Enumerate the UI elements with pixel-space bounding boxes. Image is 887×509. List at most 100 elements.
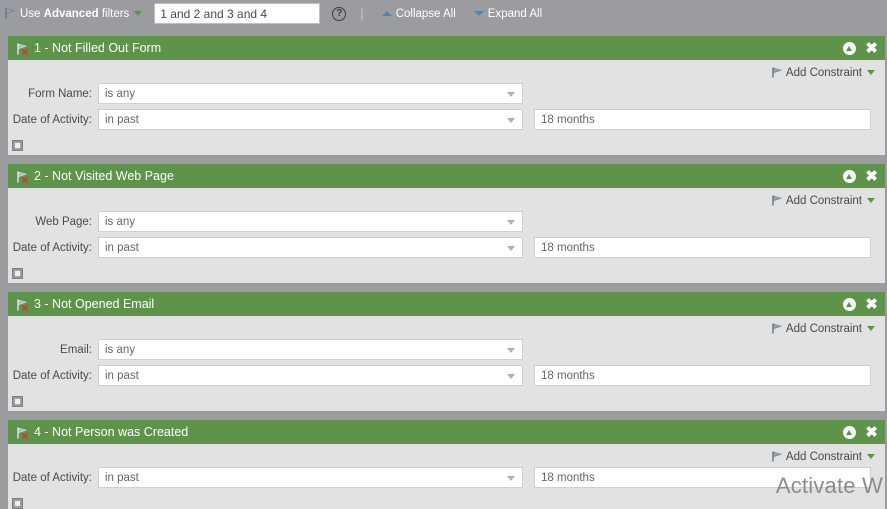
flag-icon bbox=[771, 322, 784, 335]
resize-handle-icon[interactable] bbox=[12, 139, 23, 151]
filter-value-text: 18 months bbox=[541, 241, 595, 254]
filter-operator-select[interactable]: is any bbox=[98, 339, 523, 360]
add-constraint-button[interactable]: Add Constraint bbox=[771, 450, 875, 463]
use-advanced-filters-control[interactable]: Use Advanced filters bbox=[4, 3, 143, 24]
filter-value-input[interactable]: 18 months bbox=[534, 365, 871, 386]
chevron-down-icon bbox=[507, 348, 515, 353]
add-constraint-button[interactable]: Add Constraint bbox=[771, 194, 875, 207]
flag-not-icon bbox=[16, 170, 29, 183]
filter-fields: Web Page: is any Date of Activity: in pa… bbox=[8, 211, 885, 263]
filter-operator-select[interactable]: is any bbox=[98, 211, 523, 232]
chevron-down-icon[interactable] bbox=[134, 11, 143, 16]
flag-icon bbox=[771, 450, 784, 463]
collapse-panel-icon[interactable] bbox=[843, 169, 857, 183]
panel-header-actions: ✖ bbox=[843, 425, 878, 440]
filter-operator-value: in past bbox=[105, 369, 139, 382]
collapse-panel-icon[interactable] bbox=[843, 297, 857, 311]
filter-field-row: Date of Activity: in past 18 months bbox=[8, 109, 885, 135]
filter-operator-select[interactable]: in past bbox=[98, 109, 523, 130]
add-constraint-label: Add Constraint bbox=[785, 322, 862, 335]
add-constraint-row: Add Constraint bbox=[8, 444, 885, 467]
flag-not-icon bbox=[16, 42, 29, 55]
chevron-down-icon bbox=[507, 246, 515, 251]
filter-panel-3: 3 - Not Opened Email ✖ Add Constraint Em… bbox=[8, 292, 885, 411]
panel-gap bbox=[0, 411, 887, 420]
add-constraint-label: Add Constraint bbox=[785, 194, 862, 207]
resize-handle-icon[interactable] bbox=[12, 497, 23, 509]
flag-icon bbox=[771, 66, 784, 79]
filter-field-row: Date of Activity: in past 18 months bbox=[8, 365, 885, 391]
filter-field-label: Date of Activity: bbox=[12, 369, 92, 382]
filter-panel-header[interactable]: 1 - Not Filled Out Form ✖ bbox=[8, 36, 885, 60]
close-panel-icon[interactable]: ✖ bbox=[865, 297, 878, 312]
collapse-panel-icon[interactable] bbox=[843, 41, 857, 55]
expand-all-button[interactable]: Expand All bbox=[473, 7, 543, 20]
chevron-down-icon bbox=[507, 220, 515, 225]
chevron-down-icon[interactable] bbox=[867, 70, 875, 75]
filter-panel-header[interactable]: 2 - Not Visited Web Page ✖ bbox=[8, 164, 885, 188]
filter-panel-body: Add Constraint Date of Activity: in past… bbox=[8, 444, 885, 509]
filter-value-input[interactable]: 18 months bbox=[534, 237, 871, 258]
chevron-down-icon bbox=[507, 476, 515, 481]
panel-header-actions: ✖ bbox=[843, 297, 878, 312]
advanced-filter-builder: Use Advanced filters ? | Collapse All Ex… bbox=[0, 0, 887, 509]
filter-panel-4: 4 - Not Person was Created ✖ Add Constra… bbox=[8, 420, 885, 509]
panel-gap bbox=[0, 283, 887, 292]
filter-field-label: Date of Activity: bbox=[12, 113, 92, 126]
close-panel-icon[interactable]: ✖ bbox=[865, 169, 878, 184]
filter-field-row: Date of Activity: in past 18 months bbox=[8, 237, 885, 263]
add-constraint-row: Add Constraint bbox=[8, 188, 885, 211]
collapse-all-button[interactable]: Collapse All bbox=[381, 7, 456, 20]
chevron-down-icon bbox=[507, 374, 515, 379]
chevron-down-icon[interactable] bbox=[867, 198, 875, 203]
toolbar-divider: | bbox=[360, 6, 364, 21]
resize-handle-icon[interactable] bbox=[12, 267, 23, 279]
flag-icon bbox=[771, 194, 784, 207]
filter-field-label: Date of Activity: bbox=[12, 241, 92, 254]
filter-panel-title: 4 - Not Person was Created bbox=[34, 425, 189, 439]
add-constraint-button[interactable]: Add Constraint bbox=[771, 322, 875, 335]
expand-all-label: Expand All bbox=[487, 7, 543, 20]
filter-operator-value: in past bbox=[105, 113, 139, 126]
filter-field-label: Form Name: bbox=[28, 87, 92, 100]
add-constraint-row: Add Constraint bbox=[8, 60, 885, 83]
filter-value-text: 18 months bbox=[541, 369, 595, 382]
filter-panels-list: 1 - Not Filled Out Form ✖ Add Constraint bbox=[0, 27, 887, 509]
panel-gap bbox=[0, 27, 887, 36]
filter-field-row: Web Page: is any bbox=[8, 211, 885, 237]
collapse-panel-icon[interactable] bbox=[843, 425, 857, 439]
filter-operator-select[interactable]: in past bbox=[98, 237, 523, 258]
panel-header-actions: ✖ bbox=[843, 41, 878, 56]
close-panel-icon[interactable]: ✖ bbox=[865, 425, 878, 440]
filter-field-label: Date of Activity: bbox=[12, 471, 92, 484]
triangle-down-icon bbox=[473, 11, 484, 16]
filter-operator-value: is any bbox=[105, 215, 136, 228]
use-advanced-filters-label: Use Advanced filters bbox=[20, 8, 129, 20]
filter-operator-select[interactable]: in past bbox=[98, 365, 523, 386]
filter-panel-header[interactable]: 4 - Not Person was Created ✖ bbox=[8, 420, 885, 444]
filter-operator-select[interactable]: in past bbox=[98, 467, 523, 488]
help-icon[interactable]: ? bbox=[332, 6, 347, 21]
close-panel-icon[interactable]: ✖ bbox=[865, 41, 878, 56]
collapse-all-label: Collapse All bbox=[395, 7, 456, 20]
filter-operator-select[interactable]: is any bbox=[98, 83, 523, 104]
adv-suffix: filters bbox=[98, 7, 130, 20]
filter-panel-body: Add Constraint Form Name: is any Date of… bbox=[8, 60, 885, 155]
filter-fields: Date of Activity: in past 18 months bbox=[8, 467, 885, 493]
filter-panel-body: Add Constraint Email: is any Date of Act… bbox=[8, 316, 885, 411]
chevron-down-icon[interactable] bbox=[867, 326, 875, 331]
filter-value-input[interactable]: 18 months bbox=[534, 109, 871, 130]
adv-prefix: Use bbox=[20, 7, 44, 20]
add-constraint-row: Add Constraint bbox=[8, 316, 885, 339]
chevron-down-icon[interactable] bbox=[867, 454, 875, 459]
add-constraint-button[interactable]: Add Constraint bbox=[771, 66, 875, 79]
filter-panel-header[interactable]: 3 - Not Opened Email ✖ bbox=[8, 292, 885, 316]
filter-operator-value: is any bbox=[105, 343, 136, 356]
chevron-down-icon bbox=[507, 92, 515, 97]
resize-handle-icon[interactable] bbox=[12, 395, 23, 407]
panel-resize-row bbox=[8, 135, 885, 155]
filter-expression-input[interactable] bbox=[154, 3, 321, 24]
adv-bold: Advanced bbox=[43, 7, 99, 20]
filter-value-input[interactable]: 18 months bbox=[534, 467, 871, 488]
chevron-down-icon bbox=[507, 118, 515, 123]
